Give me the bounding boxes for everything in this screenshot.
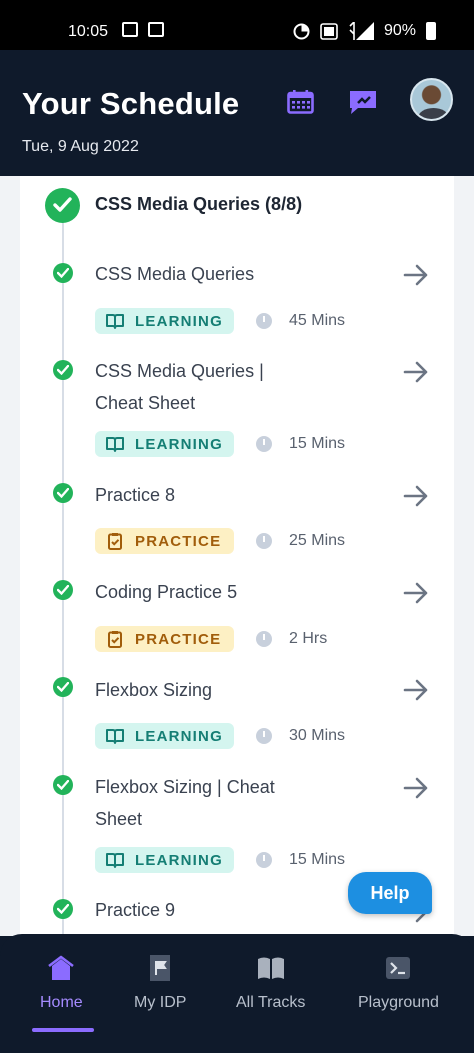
item-duration: 30 Mins — [289, 727, 346, 744]
clock-icon — [256, 852, 272, 868]
nav-label: All Tracks — [236, 994, 306, 1011]
bottom-nav: Home My IDP All Tracks Playground — [0, 934, 474, 1053]
status-time: 10:05 — [68, 23, 109, 40]
status-left-icons — [122, 22, 164, 37]
badge-label: LEARNING — [135, 727, 223, 745]
arrow-right-icon[interactable] — [403, 777, 429, 799]
download-icon — [148, 22, 164, 37]
status-bar: 10:05 90% — [0, 0, 474, 50]
badge-label: LEARNING — [135, 312, 223, 330]
item-title: Practice 9 — [95, 900, 176, 920]
terminal-icon — [386, 957, 411, 979]
arrow-right-icon[interactable] — [403, 582, 429, 604]
nav-home[interactable]: Home — [40, 954, 83, 1012]
arrow-right-icon[interactable] — [403, 361, 429, 383]
arrow-right-icon[interactable] — [403, 264, 429, 286]
item-title: Coding Practice 5 — [95, 582, 238, 602]
book-icon — [106, 853, 124, 868]
schedule-date: Tue, 9 Aug 2022 — [22, 138, 139, 155]
item-title: CSS Media Queries | Cheat Sheet — [95, 361, 264, 413]
learning-badge: LEARNING — [95, 308, 234, 334]
completed-check-icon — [53, 360, 73, 380]
clock-icon — [256, 313, 272, 329]
schedule-header: Your Schedule Tue, 9 Aug 2022 — [0, 50, 474, 176]
status-right: 90% — [293, 22, 436, 40]
help-button[interactable]: Help — [348, 872, 432, 914]
signal-icon — [349, 22, 374, 40]
flag-document-icon — [150, 955, 171, 981]
learning-badge: LEARNING — [95, 847, 234, 873]
completed-check-icon — [53, 580, 73, 600]
badge-label: LEARNING — [135, 435, 223, 453]
learning-badge: LEARNING — [95, 431, 234, 457]
practice-badge: PRACTICE — [95, 626, 234, 652]
item-title: Flexbox Sizing — [95, 680, 213, 700]
item-duration: 15 Mins — [289, 851, 346, 868]
open-book-icon — [257, 957, 284, 979]
calendar-icon[interactable] — [287, 90, 314, 114]
item-title: Flexbox Sizing | Cheat Sheet — [95, 777, 275, 829]
item-title: CSS Media Queries — [95, 264, 255, 284]
avatar[interactable] — [410, 78, 453, 121]
nav-my-idp[interactable]: My IDP — [134, 954, 186, 1012]
schedule-content[interactable]: CSS Media Queries (8/8) CSS Media Querie… — [0, 176, 474, 936]
timeline-line — [62, 212, 64, 936]
clipboard-check-icon — [108, 631, 122, 648]
completed-check-icon — [53, 263, 73, 283]
completed-check-icon — [53, 677, 73, 697]
item-duration: 25 Mins — [289, 532, 346, 549]
clock-icon — [256, 728, 272, 744]
battery-icon — [426, 22, 436, 40]
battery-percent: 90% — [383, 22, 416, 39]
book-icon — [106, 314, 124, 329]
section-check-icon — [45, 188, 80, 223]
page-title: Your Schedule — [22, 86, 240, 121]
active-tab-indicator — [32, 1028, 94, 1032]
clock-icon — [256, 631, 272, 647]
briefcase-icon — [122, 22, 138, 37]
item-duration: 45 Mins — [289, 312, 346, 329]
practice-badge: PRACTICE — [95, 528, 234, 554]
badge-label: LEARNING — [135, 851, 223, 869]
message-icon[interactable] — [347, 88, 379, 116]
completed-check-icon — [53, 483, 73, 503]
clock-icon — [256, 436, 272, 452]
nav-label: Playground — [358, 994, 439, 1011]
item-duration: 15 Mins — [289, 435, 346, 452]
arrow-right-icon[interactable] — [403, 485, 429, 507]
badge-label: PRACTICE — [135, 532, 222, 550]
nav-all-tracks[interactable]: All Tracks — [236, 954, 305, 1012]
badge-label: PRACTICE — [135, 630, 222, 648]
clipboard-check-icon — [108, 533, 122, 550]
book-icon — [106, 437, 124, 452]
volte-icon — [320, 22, 338, 40]
book-icon — [106, 729, 124, 744]
nav-playground[interactable]: Playground — [358, 954, 439, 1012]
completed-check-icon — [53, 775, 73, 795]
clock-icon — [256, 533, 272, 549]
nav-label: Home — [40, 994, 83, 1011]
completed-check-icon — [53, 899, 73, 919]
item-title: Practice 8 — [95, 485, 176, 505]
arrow-right-icon[interactable] — [403, 679, 429, 701]
home-icon — [48, 955, 75, 980]
data-saver-icon — [293, 23, 310, 39]
nav-label: My IDP — [134, 994, 187, 1011]
item-duration: 2 Hrs — [289, 630, 328, 647]
learning-badge: LEARNING — [95, 723, 234, 749]
section-title: CSS Media Queries (8/8) — [95, 194, 303, 214]
